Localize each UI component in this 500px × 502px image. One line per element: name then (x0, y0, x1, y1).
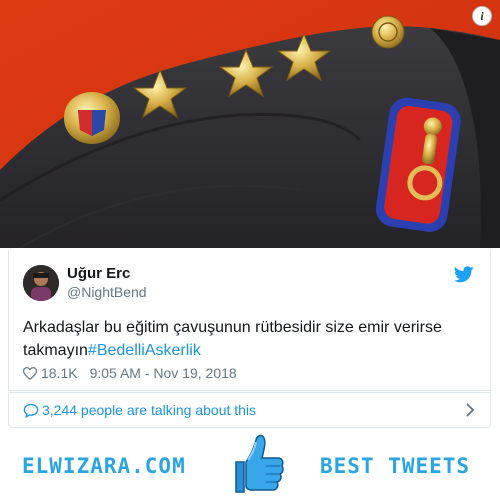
tweet-body: Arkadaşlar bu eğitim çavuşunun rütbesidi… (23, 319, 442, 359)
info-icon[interactable]: i (472, 6, 492, 26)
tweet-meta: 18.1K 9:05 AM - Nov 19, 2018 (23, 365, 237, 381)
author-name[interactable]: Uğur Erc (67, 265, 130, 282)
thumbs-up-icon (235, 434, 284, 493)
conversation-link[interactable]: 3,244 people are talking about this (8, 392, 491, 428)
brand-right-text: BEST TWEETS (320, 454, 471, 478)
uniform-shoulder-image (0, 0, 500, 248)
speech-bubble-icon (23, 403, 39, 418)
tweet-text: Arkadaşlar bu eğitim çavuşunun rütbesidi… (23, 316, 473, 362)
avatar[interactable] (23, 265, 59, 301)
hashtag-link[interactable]: #BedelliAskerlik (88, 342, 201, 359)
author-handle[interactable]: @NightBend (67, 284, 147, 300)
tweet-photo[interactable]: i (0, 0, 500, 248)
like-count[interactable]: 18.1K (41, 365, 78, 381)
twitter-bird-icon[interactable] (454, 266, 474, 283)
chevron-right-icon[interactable] (466, 403, 474, 417)
talking-count[interactable]: 3,244 people are talking about this (42, 402, 256, 418)
tweet-card[interactable]: Uğur Erc @NightBend Arkadaşlar bu eğitim… (8, 250, 491, 391)
tweet-timestamp[interactable]: 9:05 AM - Nov 19, 2018 (90, 365, 237, 381)
heart-icon[interactable] (23, 366, 37, 380)
brand-left-text: ELWIZARA.COM (22, 454, 186, 478)
